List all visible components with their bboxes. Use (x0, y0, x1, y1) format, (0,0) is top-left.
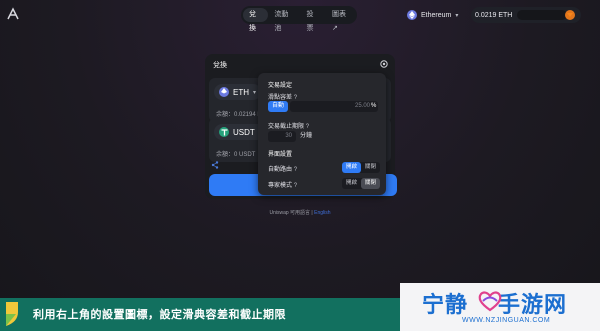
network-name: Ethereum (421, 11, 452, 19)
from-token-symbol: ETH (233, 87, 249, 97)
auto-route-on[interactable]: 開啟 (342, 162, 361, 173)
chevron-down-icon: ▾ (455, 12, 459, 19)
trade-settings-title: 交易設定 (268, 83, 293, 89)
percent-sign: % (371, 103, 377, 109)
watermark-name-part2: 手游网 (498, 292, 568, 317)
top-bar: 兌換 流動池 投票 圖表 ↗ Ethereum ▾ 0.0219 ETH (0, 0, 600, 32)
auto-route-off[interactable]: 關閉 (361, 162, 380, 173)
help-icon[interactable]: ? (306, 124, 309, 130)
language-footer-text: Uniswap 可用語言 | (269, 210, 315, 216)
language-link[interactable]: English (314, 210, 330, 216)
to-token-symbol: USDT (233, 127, 255, 137)
expert-mode-off[interactable]: 關閉 (361, 178, 380, 189)
ethereum-icon (219, 87, 229, 97)
site-logo-icon (6, 302, 18, 326)
slippage-auto-button[interactable]: 自動 (268, 101, 288, 112)
interface-settings-title: 界面設置 (268, 152, 293, 158)
to-balance: 余額：0 USDT (216, 152, 256, 158)
help-icon[interactable]: ? (294, 183, 297, 189)
tab-charts-label: 圖表 (331, 11, 346, 18)
deadline-unit: 分鐘 (300, 133, 313, 139)
account-address[interactable] (517, 10, 567, 20)
heart-logo-icon (478, 291, 502, 312)
settings-popup: 交易設定 滑點容差 ? 自動 25.00 % 交易截止期限 ? 30 分鐘 界面… (258, 73, 386, 195)
help-icon[interactable]: ? (294, 167, 297, 173)
expert-mode-on[interactable]: 開啟 (342, 178, 361, 189)
watermark-brand: 宁静 手游网 WWW.NZJINGUAN.COM (400, 283, 600, 331)
external-link-icon: ↗ (331, 25, 338, 32)
chevron-down-icon: ▾ (253, 89, 257, 96)
gear-icon[interactable] (379, 59, 389, 69)
main-nav: 兌換 流動池 投票 圖表 ↗ (241, 6, 357, 32)
share-icon[interactable] (211, 161, 219, 169)
tab-pool[interactable]: 流動池 (268, 8, 300, 32)
deadline-input[interactable]: 30 (268, 131, 296, 142)
auto-route-toggle[interactable]: 開啟 關閉 (342, 162, 380, 173)
tab-swap[interactable]: 兌換 (243, 8, 269, 32)
tab-vote[interactable]: 投票 (301, 8, 326, 32)
metamask-fox-icon (565, 10, 575, 20)
tether-icon (219, 127, 229, 137)
tab-charts[interactable]: 圖表 ↗ (326, 8, 357, 32)
from-token-select[interactable]: ETH ▾ (214, 84, 262, 100)
caption-text: 利用右上角的設置圖標，設定滑典容差和截止期限 (33, 309, 286, 321)
expert-mode-toggle[interactable]: 開啟 關閉 (342, 178, 380, 189)
ethereum-icon (407, 10, 417, 20)
wallet-balance: 0.0219 ETH (475, 11, 513, 19)
watermark-url: WWW.NZJINGUAN.COM (462, 317, 551, 324)
expert-mode-label: 專家模式 ? (268, 180, 297, 189)
wallet-button[interactable]: 0.0219 ETH (471, 7, 581, 23)
swap-title: 兌換 (213, 62, 227, 69)
network-selector[interactable]: Ethereum ▾ (407, 7, 458, 23)
auto-route-label: 自動路由 ? (268, 164, 297, 173)
deadline-label-text: 交易截止期限 (268, 124, 305, 130)
watermark-name-part1: 宁静 (422, 292, 469, 317)
auto-route-label-text: 自動路由 (268, 167, 293, 173)
uniswap-logo-icon[interactable] (6, 7, 20, 21)
slippage-label: 滑點容差 ? (268, 92, 297, 101)
expert-mode-label-text: 專家模式 (268, 183, 293, 189)
slippage-input[interactable]: 25.00 (290, 101, 378, 112)
language-footer: Uniswap 可用語言 | English (0, 209, 600, 216)
deadline-label: 交易截止期限 ? (268, 121, 309, 130)
